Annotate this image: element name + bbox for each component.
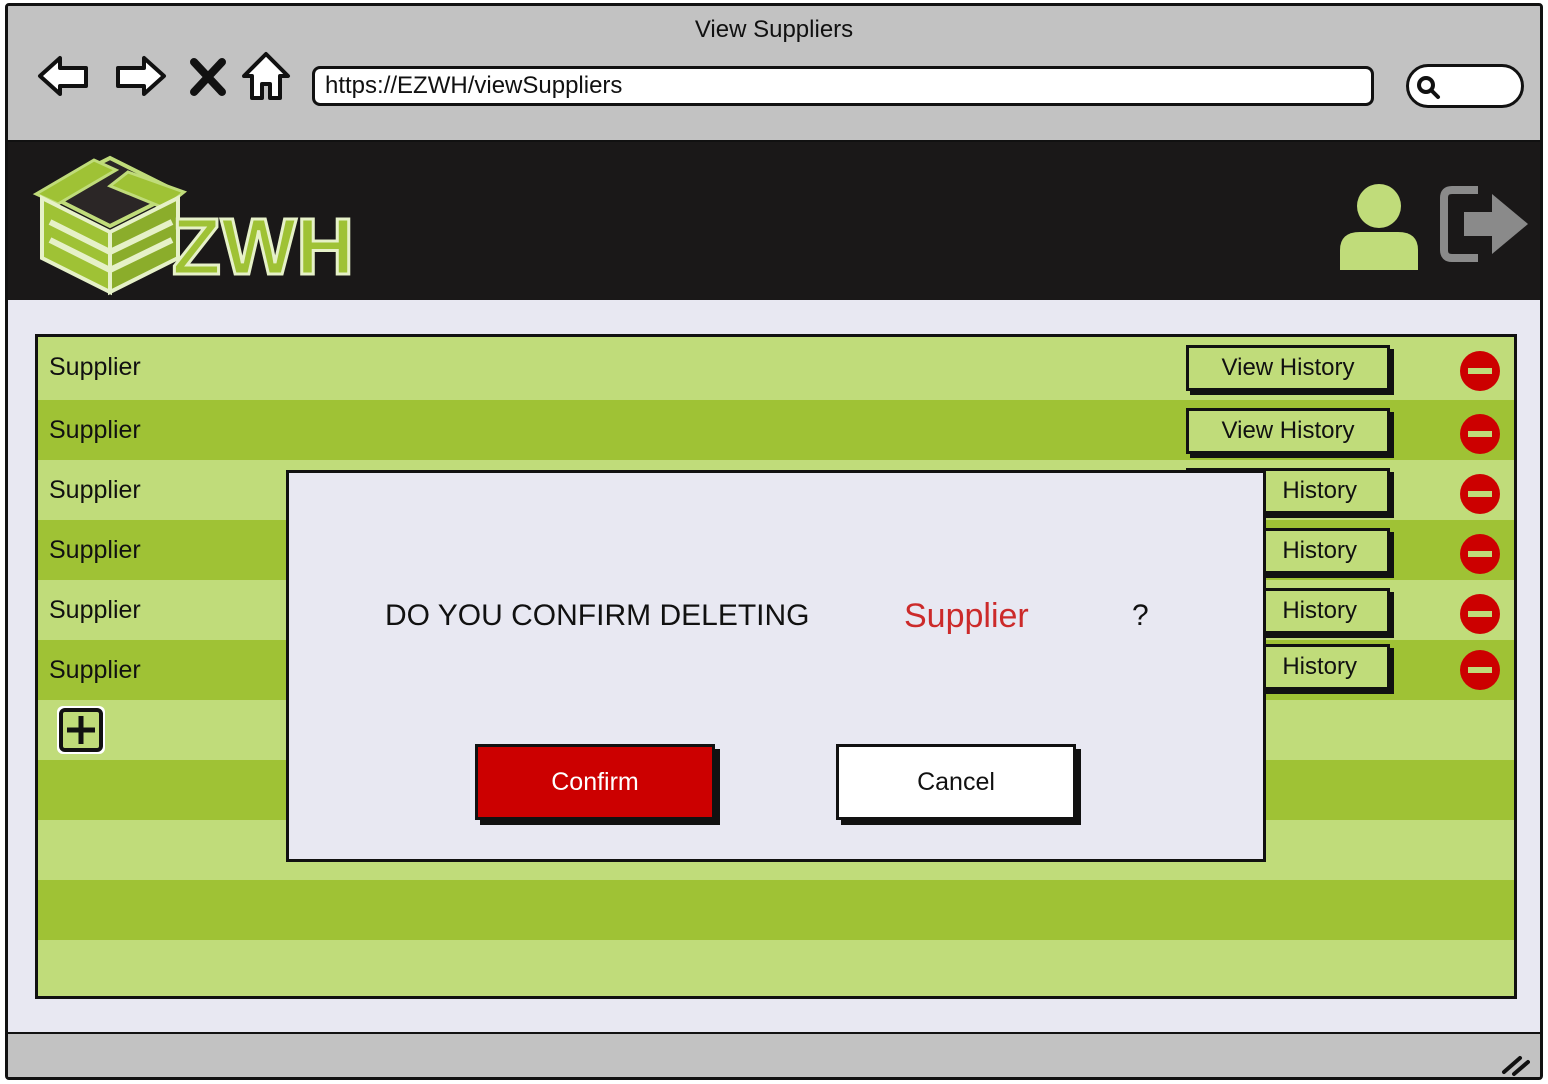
supplier-name: Supplier — [49, 416, 141, 444]
list-item: Supplier View History — [38, 400, 1514, 460]
ezwh-logo: ZWH — [32, 155, 356, 296]
cancel-button[interactable]: Cancel — [836, 744, 1076, 820]
window-title: View Suppliers — [694, 16, 854, 43]
plus-icon[interactable] — [55, 704, 107, 756]
confirm-delete-dialog: DO YOU CONFIRM DELETING Supplier ? Confi… — [286, 470, 1266, 862]
home-icon[interactable] — [238, 48, 294, 104]
logout-icon[interactable] — [1440, 184, 1532, 264]
dialog-question: DO YOU CONFIRM DELETING — [385, 599, 810, 632]
search-icon — [1417, 76, 1440, 99]
minus-circle-icon[interactable] — [1459, 413, 1501, 455]
list-item-empty — [38, 940, 1514, 996]
close-icon[interactable] — [186, 48, 230, 104]
minus-circle-icon[interactable] — [1459, 350, 1501, 392]
url-input[interactable]: https://EZWH/viewSuppliers — [312, 66, 1374, 106]
minus-circle-icon[interactable] — [1459, 533, 1501, 575]
logo-text: ZWH — [172, 202, 354, 291]
supplier-name: Supplier — [49, 476, 141, 504]
view-history-button[interactable]: View History — [1186, 345, 1390, 391]
supplier-name: Supplier — [49, 656, 141, 684]
browser-chrome: View Suppliers https://EZWH/viewSupplier… — [8, 6, 1540, 142]
app-header: ZWH — [8, 142, 1540, 300]
search-input[interactable] — [1406, 64, 1524, 108]
supplier-name: Supplier — [49, 536, 141, 564]
dialog-target-name: Supplier — [904, 597, 1029, 635]
supplier-name: Supplier — [49, 353, 141, 381]
minus-circle-icon[interactable] — [1459, 649, 1501, 691]
list-item-empty — [38, 880, 1514, 940]
minus-circle-icon[interactable] — [1459, 593, 1501, 635]
resize-grip-icon[interactable] — [1500, 1048, 1530, 1078]
user-icon[interactable] — [1338, 182, 1420, 272]
list-item: Supplier View History — [38, 337, 1514, 397]
minus-circle-icon[interactable] — [1459, 473, 1501, 515]
browser-window: View Suppliers https://EZWH/viewSupplier… — [5, 3, 1543, 1080]
confirm-button[interactable]: Confirm — [475, 744, 715, 820]
dialog-question-mark: ? — [1132, 599, 1149, 632]
view-history-button[interactable]: View History — [1186, 408, 1390, 454]
forward-icon[interactable] — [112, 48, 168, 104]
supplier-name: Supplier — [49, 596, 141, 624]
back-icon[interactable] — [36, 48, 92, 104]
status-bar — [8, 1032, 1540, 1078]
